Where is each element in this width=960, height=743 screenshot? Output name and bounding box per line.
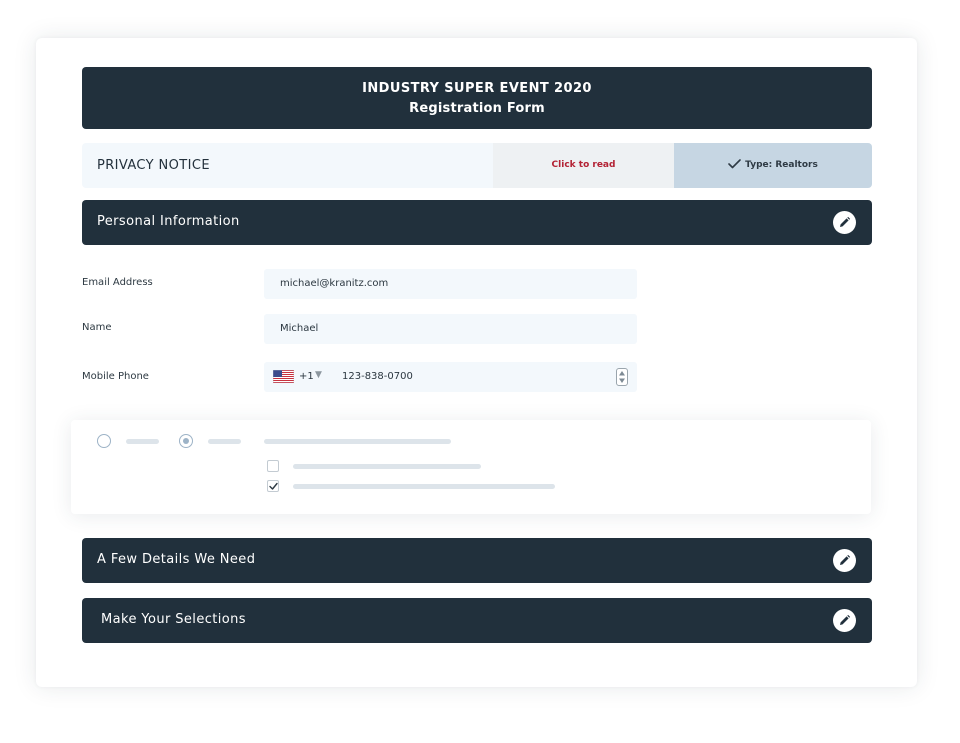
section-personal-information[interactable]: Personal Information — [82, 200, 872, 245]
country-code[interactable]: +1 — [299, 371, 314, 382]
email-field[interactable]: michael@kranitz.com — [264, 269, 637, 299]
option-radio-1[interactable] — [97, 434, 111, 448]
form-header: INDUSTRY SUPER EVENT 2020 Registration F… — [82, 67, 872, 129]
question-text-placeholder — [264, 439, 451, 444]
attendee-type-text: Type: Realtors — [745, 160, 818, 170]
name-label: Name — [82, 322, 112, 333]
pencil-icon — [840, 216, 851, 227]
pencil-icon — [840, 554, 851, 565]
edit-section-button[interactable] — [833, 211, 856, 234]
mobile-phone-label: Mobile Phone — [82, 371, 149, 382]
privacy-notice-row: PRIVACY NOTICE Click to read Type: Realt… — [82, 143, 872, 188]
mobile-phone-field[interactable]: +1 ▼ 123-838-0700 — [264, 362, 637, 392]
option-checkbox-2[interactable] — [267, 480, 279, 492]
form-subtitle: Registration Form — [409, 101, 545, 116]
checkmark-icon — [728, 158, 741, 168]
edit-section-button[interactable] — [833, 609, 856, 632]
name-field[interactable]: Michael — [264, 314, 637, 344]
chevron-down-icon[interactable]: ▼ — [315, 370, 322, 380]
phone-stepper[interactable] — [616, 368, 628, 386]
us-flag-icon[interactable] — [273, 370, 294, 383]
checkbox-label-placeholder — [293, 484, 555, 489]
privacy-notice-label: PRIVACY NOTICE — [97, 158, 210, 173]
section-title: Personal Information — [97, 214, 240, 229]
event-title: INDUSTRY SUPER EVENT 2020 — [362, 81, 592, 96]
checkbox-label-placeholder — [293, 464, 481, 469]
section-a-few-details[interactable]: A Few Details We Need — [82, 538, 872, 583]
stepper-arrows-icon[interactable] — [618, 370, 626, 384]
privacy-read-link[interactable]: Click to read — [493, 143, 674, 188]
email-label: Email Address — [82, 277, 153, 288]
checkmark-icon — [269, 482, 278, 490]
edit-section-button[interactable] — [833, 549, 856, 572]
option-label-placeholder — [208, 439, 241, 444]
section-title: Make Your Selections — [101, 612, 246, 627]
option-label-placeholder — [126, 439, 159, 444]
section-title: A Few Details We Need — [97, 552, 256, 567]
phone-number-value[interactable]: 123-838-0700 — [342, 371, 413, 382]
option-checkbox-1[interactable] — [267, 460, 279, 472]
attendee-type-badge[interactable]: Type: Realtors — [674, 143, 872, 188]
section-make-your-selections[interactable]: Make Your Selections — [82, 598, 872, 643]
pencil-icon — [840, 614, 851, 625]
option-radio-2[interactable] — [179, 434, 193, 448]
